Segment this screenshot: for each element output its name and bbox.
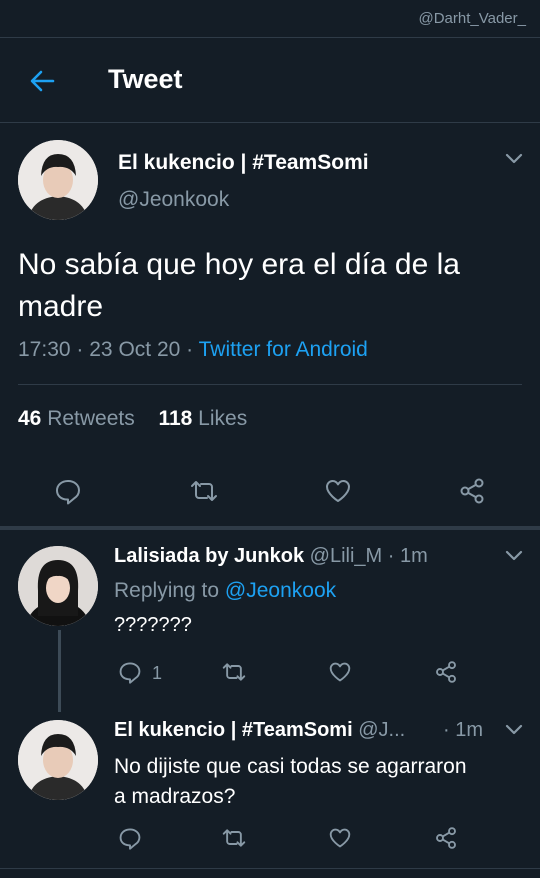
divider [0,37,540,38]
share-icon[interactable] [434,826,458,850]
reply-header: El kukencio | #TeamSomi @J... [114,719,405,742]
reply-count: 1 [152,663,163,683]
tweet-time: 17:30 [18,338,71,361]
tweet-source[interactable]: Twitter for Android [199,338,368,361]
reply-header: Lalisiada by Junkok @Lili_M · 1m [114,545,428,568]
reply-handle[interactable]: @J... [358,719,405,741]
likes-label: Likes [198,407,248,430]
reply-display-name[interactable]: El kukencio | #TeamSomi [114,719,353,741]
chevron-down-icon[interactable] [504,152,524,166]
avatar[interactable] [18,720,98,800]
like-icon[interactable] [324,478,352,504]
separator: · [186,338,194,361]
reply-display-name[interactable]: Lalisiada by Junkok [114,545,304,567]
section-divider [0,526,540,530]
like-icon[interactable] [328,827,352,849]
divider [18,384,522,385]
like-icon[interactable] [328,661,352,683]
chevron-down-icon[interactable] [504,549,524,563]
retweets-label: Retweets [47,407,135,430]
retweet-icon[interactable] [188,477,220,505]
thread-line [58,630,61,712]
display-name[interactable]: El kukencio | #TeamSomi [118,151,369,175]
likes-count: 118 [158,407,193,430]
divider [0,868,540,869]
reply-icon[interactable] [54,477,82,505]
reply-icon[interactable] [118,826,142,850]
reply-time: · 1m [387,545,428,567]
retweet-icon[interactable] [220,826,248,850]
retweets-count: 46 [18,407,42,430]
replying-label: Replying to [114,579,220,602]
tweet-date: 23 Oct 20 [89,338,181,361]
replying-to: Replying to @Jeonkook [114,579,336,603]
tweet-text: No sabía que hoy era el día de la madre [18,248,460,323]
likes-stat[interactable]: 118 Likes [158,407,247,430]
watermark: @Darht_Vader_ [418,10,526,27]
avatar[interactable] [18,140,98,220]
reply-icon[interactable] [118,660,142,684]
page-title: Tweet [108,64,183,94]
reply-text-line: a madrazos? [114,785,236,808]
reply-handle[interactable]: @Lili_M [310,545,383,567]
reply-time: · 1m [443,719,483,741]
header-divider [0,122,540,123]
handle[interactable]: @Jeonkook [118,188,229,212]
replying-handle[interactable]: @Jeonkook [225,579,336,602]
separator: · [76,338,84,361]
share-icon[interactable] [458,477,486,505]
tweet-meta: 17:30 · 23 Oct 20 · Twitter for Android [18,338,368,362]
avatar[interactable] [18,546,98,626]
chevron-down-icon[interactable] [504,723,524,737]
retweet-icon[interactable] [220,660,248,684]
back-arrow-icon[interactable] [28,67,56,95]
reply-text: No dijiste que casi todas se agarraron a… [114,752,467,812]
tweet-stats: 46 Retweets 118 Likes [18,407,247,431]
retweets-stat[interactable]: 46 Retweets [18,407,135,430]
reply-text-line: No dijiste que casi todas se agarraron [114,755,467,778]
reply-text: ??????? [114,614,192,636]
share-icon[interactable] [434,660,458,684]
